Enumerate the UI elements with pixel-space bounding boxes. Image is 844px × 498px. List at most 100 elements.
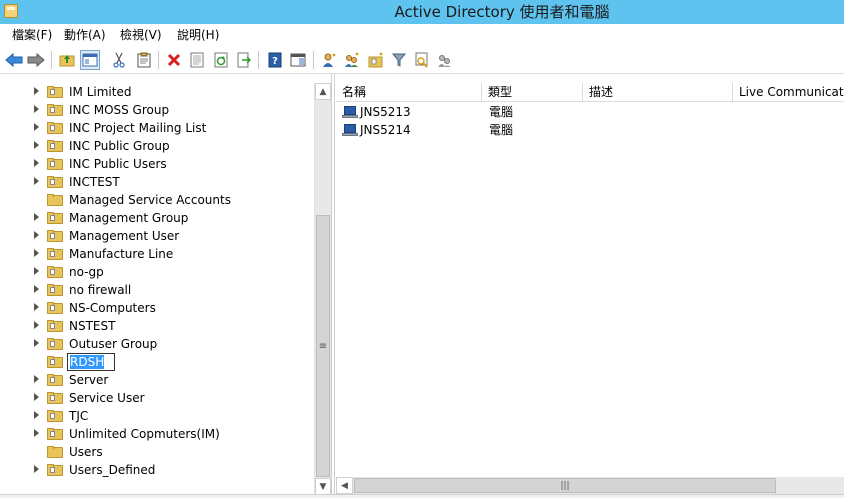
tree-item-label: Users [69, 445, 103, 459]
expand-arrow-icon[interactable] [34, 267, 39, 275]
tree-item[interactable]: INC Project Mailing List [0, 119, 314, 137]
expand-arrow-icon[interactable] [34, 429, 39, 437]
list-item[interactable]: JNS5213 電腦 [336, 103, 844, 121]
tree-item[interactable]: Users [0, 443, 314, 461]
expand-arrow-icon[interactable] [34, 141, 39, 149]
menu-help[interactable]: 說明(H) [177, 27, 219, 44]
expand-arrow-icon[interactable] [34, 303, 39, 311]
menu-action[interactable]: 動作(A) [64, 27, 106, 44]
ou-folder-icon [47, 356, 63, 368]
expand-arrow-icon[interactable] [34, 123, 39, 131]
show-action-pane-icon[interactable] [288, 50, 308, 70]
expand-arrow-icon[interactable] [34, 105, 39, 113]
rename-input[interactable]: RDSH [67, 353, 115, 371]
tree-item-label: INC Public Users [69, 157, 167, 171]
expand-arrow-icon[interactable] [34, 159, 39, 167]
tree-item[interactable]: Management Group [0, 209, 314, 227]
back-arrow-icon[interactable] [4, 50, 24, 70]
expand-arrow-icon[interactable] [34, 465, 39, 473]
show-hide-console-tree-icon[interactable] [80, 50, 100, 70]
scroll-up-arrow-icon[interactable]: ▲ [315, 83, 331, 100]
expand-arrow-icon[interactable] [34, 321, 39, 329]
details-list[interactable]: 名稱 類型 描述 Live Communications JNS5213 電腦 … [336, 74, 844, 498]
item-type: 電腦 [489, 123, 514, 137]
new-ou-icon[interactable] [366, 50, 386, 70]
ou-folder-icon [47, 266, 63, 278]
tree-item[interactable]: INC Public Group [0, 137, 314, 155]
expand-arrow-icon[interactable] [34, 411, 39, 419]
ou-folder-icon [47, 320, 63, 332]
console-tree[interactable]: IM Limited INC MOSS Group INC Project Mail… [0, 83, 314, 495]
tree-item[interactable]: Service User [0, 389, 314, 407]
forward-arrow-icon[interactable] [26, 50, 46, 70]
tree-item-label: NSTEST [69, 319, 116, 333]
column-header-name[interactable]: 名稱 [336, 83, 482, 102]
ou-folder-icon [47, 410, 63, 422]
item-name: JNS5214 [360, 123, 411, 137]
tree-item-label: NS-Computers [69, 301, 156, 315]
tree-item[interactable]: NSTEST [0, 317, 314, 335]
tree-item[interactable]: no firewall [0, 281, 314, 299]
cut-icon[interactable] [109, 50, 129, 70]
tree-item[interactable]: INC Public Users [0, 155, 314, 173]
expand-arrow-icon[interactable] [34, 213, 39, 221]
ou-folder-icon [47, 302, 63, 314]
ou-folder-icon [47, 230, 63, 242]
tree-item[interactable]: Outuser Group [0, 335, 314, 353]
tree-item-label: Outuser Group [69, 337, 158, 351]
tree-item-label: Management Group [69, 211, 189, 225]
tree-item[interactable]: Server [0, 371, 314, 389]
expand-arrow-icon[interactable] [34, 231, 39, 239]
column-header-description[interactable]: 描述 [583, 83, 733, 102]
tree-item[interactable]: INCTEST [0, 173, 314, 191]
tree-item[interactable]: NS-Computers [0, 299, 314, 317]
pane-splitter[interactable] [331, 74, 335, 498]
menu-file[interactable]: 檔案(F) [12, 27, 52, 44]
tree-item[interactable]: IM Limited [0, 83, 314, 101]
tree-item-label: Managed Service Accounts [69, 193, 231, 207]
tree-item[interactable]: INC MOSS Group [0, 101, 314, 119]
find-icon[interactable] [412, 50, 432, 70]
ou-folder-icon [47, 86, 63, 98]
add-to-group-icon[interactable] [435, 50, 455, 70]
ou-folder-icon [47, 194, 63, 206]
export-list-icon[interactable] [234, 50, 254, 70]
computer-icon [342, 105, 358, 119]
copy-icon[interactable] [134, 50, 154, 70]
tree-item[interactable]: Unlimited Copmuters(IM) [0, 425, 314, 443]
scroll-down-arrow-icon[interactable]: ▼ [315, 478, 331, 495]
expand-arrow-icon[interactable] [34, 375, 39, 383]
up-folder-icon[interactable] [57, 50, 77, 70]
new-group-icon[interactable] [342, 50, 362, 70]
expand-arrow-icon[interactable] [34, 249, 39, 257]
tree-item[interactable]: no-gp [0, 263, 314, 281]
horizontal-scroll-thumb[interactable]: ||| [354, 478, 776, 493]
new-user-icon[interactable] [319, 50, 339, 70]
list-horizontal-scrollbar[interactable]: ◀ ||| [336, 477, 844, 494]
tree-item[interactable]: Management User [0, 227, 314, 245]
column-header-type[interactable]: 類型 [482, 83, 583, 102]
scroll-left-arrow-icon[interactable]: ◀ [336, 477, 353, 494]
expand-arrow-icon[interactable] [34, 339, 39, 347]
scroll-thumb[interactable]: ≡ [316, 215, 330, 477]
tree-item[interactable]: Managed Service Accounts [0, 191, 314, 209]
expand-arrow-icon[interactable] [34, 393, 39, 401]
help-icon[interactable]: ? [265, 50, 285, 70]
properties-icon[interactable] [187, 50, 207, 70]
list-item[interactable]: JNS5214 電腦 [336, 121, 844, 139]
expand-arrow-icon[interactable] [34, 177, 39, 185]
filter-icon[interactable] [389, 50, 409, 70]
tree-item[interactable]: RDSH [0, 353, 314, 371]
ou-folder-icon [47, 158, 63, 170]
tree-item[interactable]: Users_Defined [0, 461, 314, 479]
tree-item[interactable]: TJC [0, 407, 314, 425]
menu-view[interactable]: 檢視(V) [120, 27, 162, 44]
delete-icon[interactable] [164, 50, 184, 70]
tree-vertical-scrollbar[interactable]: ▲ ≡ ▼ [314, 83, 331, 495]
expand-arrow-icon[interactable] [34, 87, 39, 95]
expand-arrow-icon[interactable] [34, 285, 39, 293]
column-header-live-communications[interactable]: Live Communications [733, 83, 844, 102]
refresh-icon[interactable] [211, 50, 231, 70]
tree-item[interactable]: Manufacture Line [0, 245, 314, 263]
tree-item-label: IM Limited [69, 85, 132, 99]
